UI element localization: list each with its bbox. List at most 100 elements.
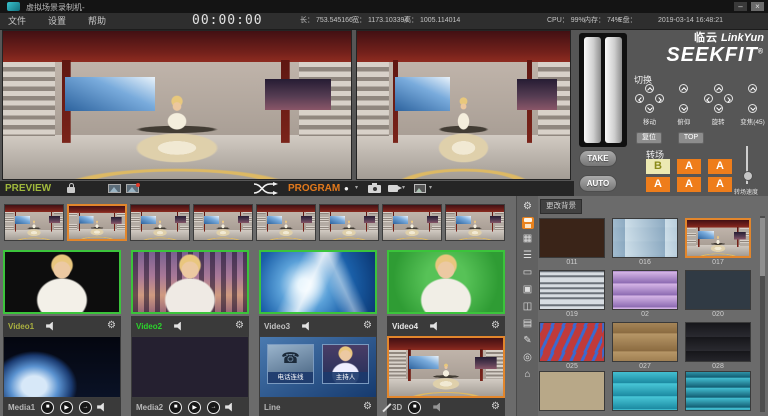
scene-thumbnail[interactable] (612, 322, 678, 362)
gear-icon[interactable]: ⚙ (491, 316, 500, 336)
camera-preset-6[interactable] (319, 204, 379, 241)
minimize-button[interactable]: – (734, 2, 747, 11)
swap-transition-icon[interactable] (252, 182, 280, 195)
next-button[interactable]: → (79, 401, 92, 414)
rotate-left-button[interactable] (704, 94, 713, 103)
transition-speed-slider[interactable] (746, 146, 748, 184)
scene-item[interactable]: 025 (539, 322, 605, 371)
transition-a4-button[interactable]: A (677, 177, 701, 192)
rotate-right-button[interactable] (724, 94, 733, 103)
effects-icon[interactable]: ▦ (520, 232, 536, 246)
move-up-button[interactable] (645, 84, 654, 93)
record-caret-icon[interactable]: ▾ (355, 181, 358, 196)
scene3d-thumbnail[interactable] (387, 336, 505, 398)
fader-handle-right[interactable] (605, 37, 622, 143)
stop-button[interactable]: ■ (169, 401, 182, 414)
camera-preset-2-selected[interactable] (67, 204, 127, 241)
transition-b-button[interactable]: B (646, 159, 670, 174)
image-output-icon[interactable] (414, 184, 426, 193)
speaker-icon[interactable] (225, 403, 234, 412)
camera-preset-5[interactable] (256, 204, 316, 241)
overlay-image-marked-icon[interactable] (126, 184, 139, 193)
scene-item[interactable]: 02 (612, 270, 678, 319)
scene-thumbnail[interactable] (685, 322, 751, 362)
display-icon[interactable]: ▭ (520, 266, 536, 280)
play-button[interactable]: ▶ (188, 401, 201, 414)
record-icon[interactable]: ● (344, 181, 349, 196)
scene-thumbnail[interactable] (539, 371, 605, 411)
save-icon-active[interactable] (522, 217, 534, 229)
line-thumbnail[interactable]: ☎ 电话连线 主持人 (259, 336, 377, 398)
camera-preset-8[interactable] (445, 204, 505, 241)
camera-preset-3[interactable] (130, 204, 190, 241)
gear-icon[interactable]: ⚙ (363, 397, 372, 416)
move-down-button[interactable] (645, 104, 654, 113)
phone-line-button[interactable]: ☎ 电话连线 (267, 344, 314, 384)
camera-preset-7[interactable] (382, 204, 442, 241)
scene-item[interactable]: 020 (685, 270, 751, 319)
image-caret-icon[interactable]: ▾ (429, 181, 432, 196)
t-bar-fader[interactable] (579, 33, 627, 147)
scene-item[interactable] (612, 371, 678, 416)
media2-thumbnail[interactable] (131, 336, 249, 398)
menu-help[interactable]: 帮助 (88, 13, 106, 29)
scene-item-selected[interactable]: 017 (685, 218, 751, 267)
speaker-icon[interactable] (430, 322, 439, 331)
speaker-icon[interactable] (302, 322, 311, 331)
gear-icon[interactable]: ⚙ (107, 316, 116, 336)
zoom-in-button[interactable] (748, 84, 757, 93)
settings-icon[interactable]: ⚙ (520, 200, 536, 214)
next-button[interactable]: → (207, 401, 220, 414)
camera-preset-1[interactable] (4, 204, 64, 241)
snapshot-camera-icon[interactable] (368, 185, 381, 193)
columns-icon[interactable]: ◫ (520, 300, 536, 314)
scene-thumbnail[interactable] (539, 218, 605, 258)
pitch-up-button[interactable] (679, 84, 688, 93)
playlist-icon[interactable]: ☰ (520, 249, 536, 263)
host-button[interactable]: 主持人 (322, 344, 369, 384)
scene-item[interactable]: 028 (685, 322, 751, 371)
speaker-muted-icon[interactable] (433, 403, 442, 412)
scene-thumbnail[interactable] (685, 218, 751, 258)
scene-thumbnail[interactable] (539, 322, 605, 362)
gear-icon[interactable]: ⚙ (235, 316, 244, 336)
transition-a2-button[interactable]: A (708, 159, 732, 174)
menu-file[interactable]: 文件 (8, 13, 26, 29)
scene-thumbnail[interactable] (612, 218, 678, 258)
close-button[interactable]: × (751, 2, 764, 11)
auto-button[interactable]: AUTO (579, 175, 617, 192)
target-icon[interactable]: ◎ (520, 351, 536, 365)
edit-icon[interactable]: ✎ (520, 334, 536, 348)
move-right-button[interactable] (655, 94, 664, 103)
scene-item[interactable]: 027 (612, 322, 678, 371)
video1-thumbnail[interactable] (3, 250, 121, 314)
transition-a1-button[interactable]: A (677, 159, 701, 174)
stop-button[interactable]: ■ (408, 401, 421, 414)
take-button[interactable]: TAKE (579, 150, 617, 167)
overlay-image-icon[interactable] (108, 184, 121, 193)
scene-item[interactable] (685, 371, 751, 416)
transition-a3-button[interactable]: A (646, 177, 670, 192)
scene-thumbnail[interactable] (539, 270, 605, 310)
scene-item[interactable]: 019 (539, 270, 605, 319)
camera-preset-4[interactable] (193, 204, 253, 241)
fader-handle-left[interactable] (584, 37, 601, 143)
scene-thumbnail[interactable] (612, 270, 678, 310)
change-background-tab[interactable]: 更改背景 (540, 199, 582, 214)
menu-settings[interactable]: 设置 (48, 13, 66, 29)
rows-icon[interactable]: ▤ (520, 317, 536, 331)
reset-button[interactable]: 复位 (636, 132, 662, 144)
speaker-icon[interactable] (46, 322, 55, 331)
media1-thumbnail[interactable] (3, 336, 121, 398)
scene-item[interactable] (539, 371, 605, 416)
scene-item[interactable]: 016 (612, 218, 678, 267)
lock-icon[interactable] (67, 187, 75, 193)
scene-item[interactable]: 011 (539, 218, 605, 267)
top-button[interactable]: TOP (678, 132, 704, 144)
home-icon[interactable]: ⌂ (520, 368, 536, 382)
zoom-out-button[interactable] (748, 104, 757, 113)
gear-icon[interactable]: ⚙ (491, 397, 500, 416)
panel-icon[interactable]: ▣ (520, 283, 536, 297)
scene-scrollbar[interactable] (760, 216, 765, 412)
pitch-down-button[interactable] (679, 104, 688, 113)
